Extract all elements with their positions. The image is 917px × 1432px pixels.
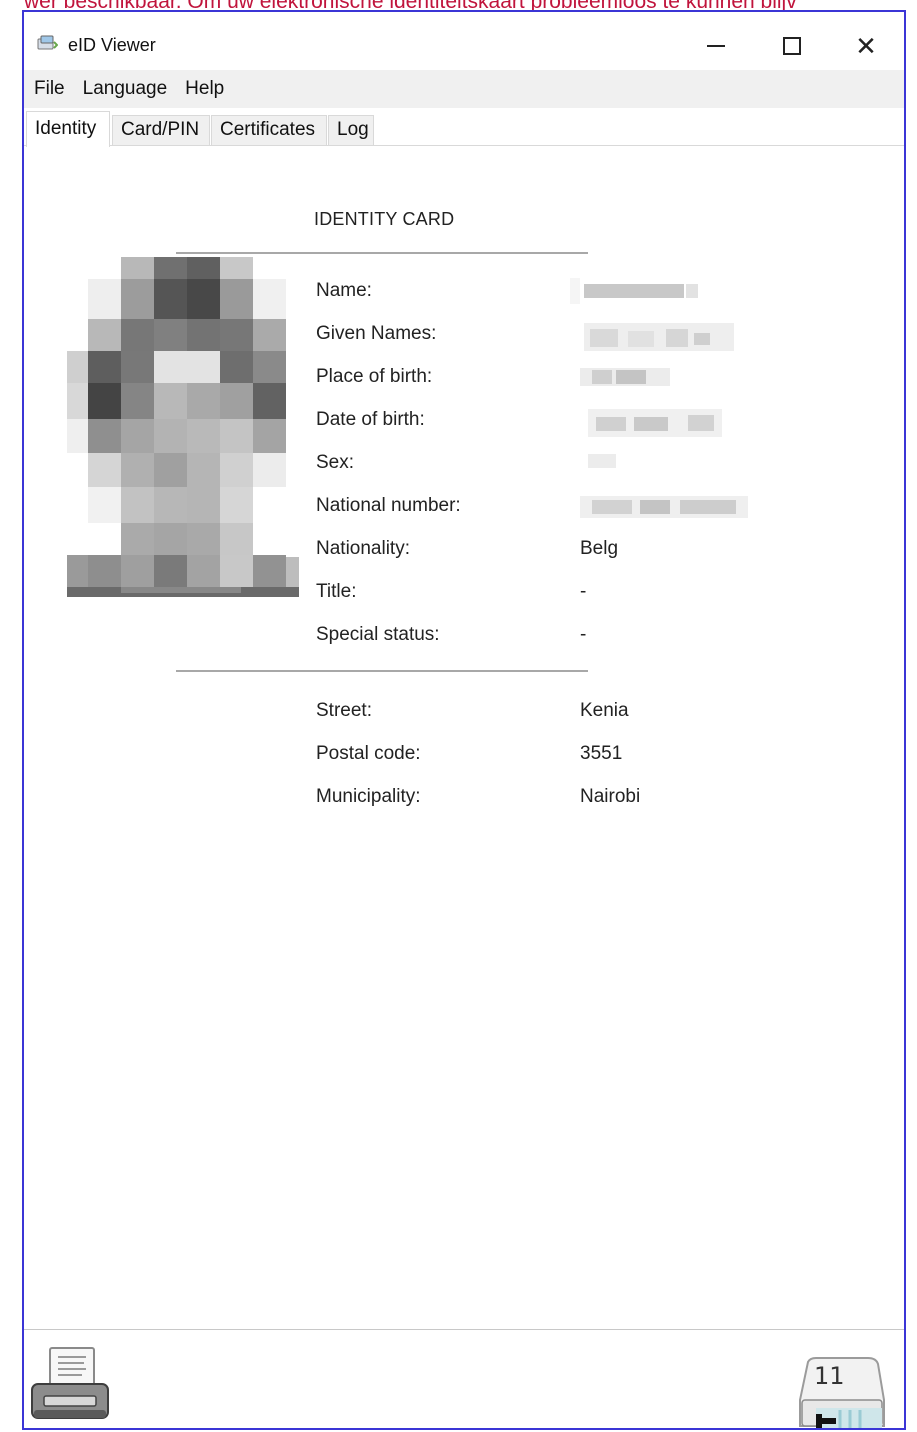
street-label: Street: (316, 700, 372, 721)
place-of-birth-label: Place of birth: (316, 366, 433, 387)
tab-certificates[interactable]: Certificates (211, 115, 327, 145)
title-value: - (580, 581, 587, 602)
special-status-label: Special status: (316, 624, 440, 645)
menu-help[interactable]: Help (175, 78, 232, 100)
identity-panel: IDENTITY CARD Name: Given Names: Place o… (24, 147, 904, 1330)
given-names-label: Given Names: (316, 323, 437, 344)
name-value-blurred (570, 278, 698, 304)
sex-value-blurred (588, 454, 616, 468)
minimize-icon (707, 45, 725, 47)
postal-code-value: 3551 (580, 743, 623, 764)
sex-label: Sex: (316, 452, 355, 473)
municipality-value: Nairobi (580, 786, 641, 807)
place-of-birth-value-blurred (580, 368, 670, 386)
portrait-image (67, 257, 299, 597)
special-status-value: - (580, 624, 587, 645)
nationality-label: Nationality: (316, 538, 410, 559)
national-number-label: National number: (316, 495, 461, 516)
eid-viewer-window: eID Viewer ✕ File Language Help Identity… (22, 10, 906, 1430)
title-bar[interactable]: eID Viewer ✕ (24, 12, 904, 66)
postal-code-label: Postal code: (316, 743, 421, 764)
print-button[interactable] (28, 1344, 112, 1424)
eid-card-reader-icon (37, 35, 58, 50)
street-value: Kenia (580, 700, 629, 721)
pixelated-portrait (67, 257, 299, 597)
date-of-birth-value-blurred (588, 409, 722, 437)
reader-count: 11 (814, 1362, 845, 1390)
minimize-button[interactable] (688, 26, 744, 66)
national-number-value-blurred (580, 496, 748, 518)
tab-log[interactable]: Log (328, 115, 374, 145)
close-button[interactable]: ✕ (838, 26, 894, 66)
tab-card-pin[interactable]: Card/PIN (112, 115, 210, 145)
menu-file[interactable]: File (24, 78, 73, 100)
address-divider (176, 670, 588, 672)
menu-bar: File Language Help (24, 70, 904, 108)
nationality-value: Belg (580, 538, 619, 559)
municipality-label: Municipality: (316, 786, 421, 807)
maximize-icon (783, 37, 801, 55)
identity-card-heading: IDENTITY CARD (314, 209, 455, 229)
printer-icon (31, 1347, 109, 1419)
title-label: Title: (316, 581, 357, 602)
footer-divider (24, 1329, 904, 1330)
menu-language[interactable]: Language (73, 78, 176, 100)
given-names-value-blurred (584, 323, 734, 351)
close-icon: ✕ (855, 30, 877, 61)
date-of-birth-label: Date of birth: (316, 409, 425, 430)
maximize-button[interactable] (764, 26, 820, 66)
name-label: Name: (316, 280, 372, 301)
tab-identity[interactable]: Identity (26, 111, 110, 147)
top-divider (176, 252, 588, 254)
window-title: eID Viewer (68, 35, 156, 55)
tab-bar: Identity Card/PIN Certificates Log (24, 111, 904, 147)
